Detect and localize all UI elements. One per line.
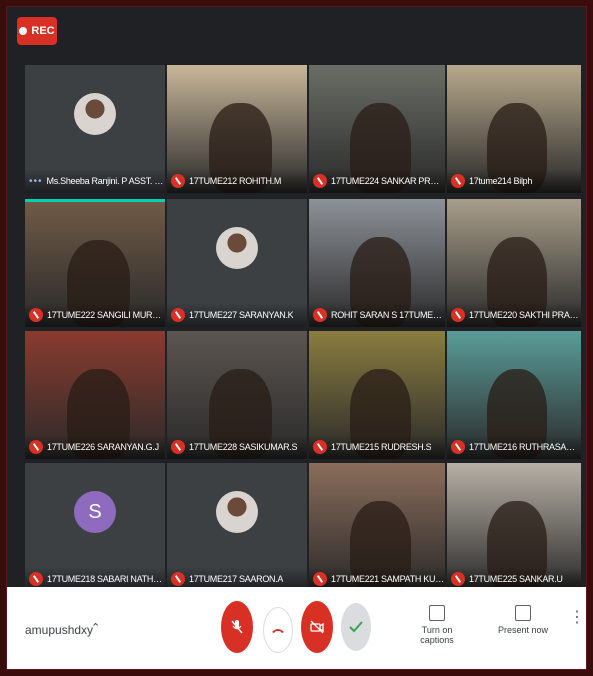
participant-nameplate: 17TUME227 SARANYAN.K (167, 303, 307, 327)
participant-name: 17TUME225 SANKAR.U (469, 574, 563, 584)
participant-nameplate: 17TUME216 RUTHRASAGAR.P (447, 435, 581, 459)
participant-tile[interactable]: 17TUME212 ROHITH.M (167, 65, 307, 193)
participant-name: 17TUME222 SANGILI MURUGA... (47, 310, 165, 320)
participant-name: 17TUME221 SAMPATH KUMAR.V (331, 574, 445, 584)
mic-muted-icon (171, 308, 185, 322)
participant-nameplate: 17TUME220 SAKTHI PRAKASH... (447, 303, 581, 327)
participant-nameplate: 17TUME224 SANKAR PRASANT... (309, 169, 445, 193)
participant-tile[interactable]: 17TUME220 SAKTHI PRAKASH... (447, 199, 581, 327)
captions-icon (429, 605, 445, 621)
participant-grid: ••• Ms.Sheeba Ranjini. P ASST. PR... 17TUM… (25, 65, 581, 593)
participant-name: 17TUME220 SAKTHI PRAKASH... (469, 310, 581, 320)
present-icon (515, 605, 531, 621)
captions-button[interactable]: Turn on captions (405, 605, 469, 645)
participant-nameplate: ROHIT SARAN S 17TUME211 (309, 303, 445, 327)
participant-tile[interactable]: 17TUME224 SANKAR PRASANT... (309, 65, 445, 193)
mic-muted-icon (29, 308, 43, 322)
present-label: Present now (497, 625, 549, 635)
participant-nameplate: ••• Ms.Sheeba Ranjini. P ASST. PR... (25, 169, 165, 193)
mic-muted-icon (313, 308, 327, 322)
participant-tile[interactable]: 17TUME216 RUTHRASAGAR.P (447, 331, 581, 459)
mic-muted-icon (451, 174, 465, 188)
participant-tile[interactable]: S 17TUME218 SABARI NATHAN.M (25, 463, 165, 591)
participant-nameplate: 17TUME212 ROHITH.M (167, 169, 307, 193)
camera-toggle-button[interactable] (301, 601, 333, 653)
mic-muted-icon (451, 308, 465, 322)
participant-name: 17TUME224 SANKAR PRASANT... (331, 176, 445, 186)
participant-tile[interactable]: 17TUME217 SAARON.A (167, 463, 307, 591)
participant-tile[interactable]: 17TUME225 SANKAR.U (447, 463, 581, 591)
participant-tile[interactable]: ROHIT SARAN S 17TUME211 (309, 199, 445, 327)
participant-tile[interactable]: 17TUME227 SARANYAN.K (167, 199, 307, 327)
participant-tile[interactable]: 17TUME221 SAMPATH KUMAR.V (309, 463, 445, 591)
participant-tile[interactable]: 17TUME215 RUDRESH.S (309, 331, 445, 459)
participant-name: 17TUME227 SARANYAN.K (189, 310, 294, 320)
participant-nameplate: 17tume214 Bilph (447, 169, 581, 193)
avatar (74, 93, 116, 135)
participant-nameplate: 17TUME215 RUDRESH.S (309, 435, 445, 459)
participant-name: 17TUME216 RUTHRASAGAR.P (469, 442, 581, 452)
participant-name: 17TUME215 RUDRESH.S (331, 442, 432, 452)
mic-muted-icon (171, 440, 185, 454)
recording-badge: REC (17, 17, 57, 45)
participant-tile[interactable]: 17TUME228 SASIKUMAR.S (167, 331, 307, 459)
avatar (216, 491, 258, 533)
mic-muted-icon (171, 572, 185, 586)
participant-tile[interactable]: 17tume214 Bilph (447, 65, 581, 193)
participant-name: 17TUME226 SARANYAN.G.J (47, 442, 159, 452)
participant-nameplate: 17TUME222 SANGILI MURUGA... (25, 303, 165, 327)
participant-nameplate: 17TUME226 SARANYAN.G.J (25, 435, 165, 459)
participant-name: 17TUME217 SAARON.A (189, 574, 284, 584)
mic-off-icon (231, 620, 243, 634)
participant-nameplate: 17TUME228 SASIKUMAR.S (167, 435, 307, 459)
leave-call-button[interactable] (263, 607, 293, 653)
participant-name: 17TUME218 SABARI NATHAN.M (47, 574, 165, 584)
camera-off-icon (310, 620, 324, 634)
participant-name: ROHIT SARAN S 17TUME211 (331, 310, 445, 320)
mic-muted-icon (29, 572, 43, 586)
mic-muted-icon (451, 572, 465, 586)
captions-label: Turn on captions (420, 625, 454, 645)
more-options-icon[interactable]: ⋮ (569, 610, 585, 626)
participant-tile[interactable]: 17TUME226 SARANYAN.G.J (25, 331, 165, 459)
chevron-up-icon[interactable]: ⌃ (91, 621, 100, 634)
mic-muted-icon (313, 174, 327, 188)
meeting-controls-bar: amupushdxy ⌃ Turn on captions Present no… (7, 587, 586, 669)
present-button[interactable]: Present now (495, 605, 551, 635)
avatar: S (74, 491, 116, 533)
raise-hand-button[interactable] (341, 603, 371, 651)
hang-up-icon (272, 629, 284, 633)
speaking-indicator-icon: ••• (29, 175, 43, 187)
meet-window: REC ••• Ms.Sheeba Ranjini. P ASST. PR... 1… (6, 6, 587, 670)
participant-tile[interactable]: 17TUME222 SANGILI MURUGA... (25, 199, 165, 327)
rec-label: REC (31, 25, 55, 37)
record-dot-icon (19, 27, 28, 35)
check-icon (349, 621, 363, 633)
mic-muted-icon (313, 572, 327, 586)
avatar (216, 227, 258, 269)
participant-name: 17TUME228 SASIKUMAR.S (189, 442, 298, 452)
participant-name: 17tume214 Bilph (469, 176, 533, 186)
participant-name: Ms.Sheeba Ranjini. P ASST. PR... (46, 176, 165, 186)
participant-tile[interactable]: ••• Ms.Sheeba Ranjini. P ASST. PR... (25, 65, 165, 193)
participant-name: 17TUME212 ROHITH.M (189, 176, 282, 186)
mic-muted-icon (29, 440, 43, 454)
mic-muted-icon (171, 174, 185, 188)
mic-muted-icon (313, 440, 327, 454)
microphone-toggle-button[interactable] (221, 601, 253, 653)
mic-muted-icon (451, 440, 465, 454)
meeting-user-name[interactable]: amupushdxy (25, 623, 93, 637)
